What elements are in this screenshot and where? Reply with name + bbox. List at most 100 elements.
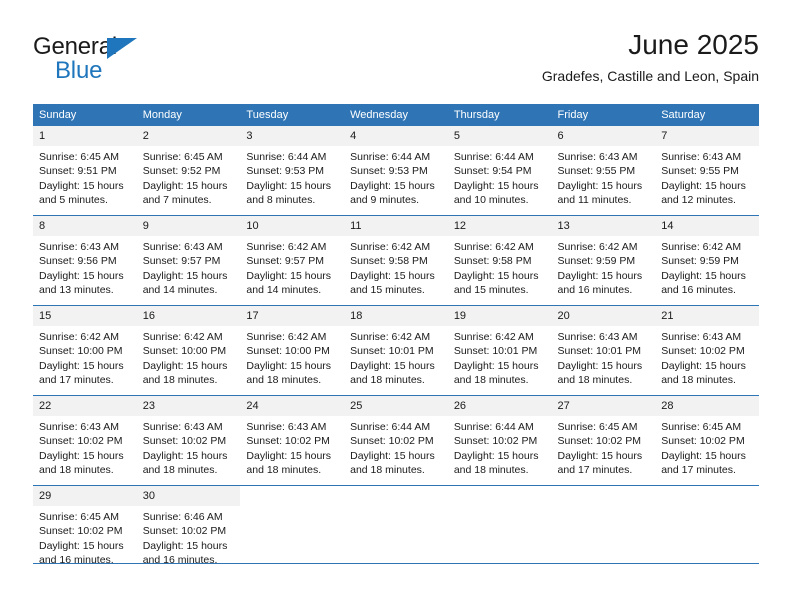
sunrise-text: Sunrise: 6:43 AM <box>39 241 119 253</box>
sunrise-text: Sunrise: 6:45 AM <box>39 151 119 163</box>
sunrise-text: Sunrise: 6:42 AM <box>142 331 223 343</box>
day-cell[interactable]: 1 Sunrise: 6:45 AM Sunset: 9:51 PM Dayli… <box>33 126 137 216</box>
day-number: 15 <box>33 306 137 326</box>
day-cell[interactable]: 29 Sunrise: 6:45 AM Sunset: 10:02 PM Day… <box>33 485 137 575</box>
day-number: 6 <box>551 126 656 146</box>
daylight-text: Daylight: 15 hours and 12 minutes. <box>661 179 746 207</box>
sunrise-text: Sunrise: 6:43 AM <box>557 151 638 163</box>
day-info: Sunrise: 6:43 AM Sunset: 10:02 PM Daylig… <box>137 416 241 478</box>
day-cell[interactable]: 6 Sunrise: 6:43 AM Sunset: 9:55 PM Dayli… <box>551 126 656 216</box>
daylight-text: Daylight: 15 hours and 14 minutes. <box>142 269 228 297</box>
day-info: Sunrise: 6:43 AM Sunset: 9:55 PM Dayligh… <box>552 146 656 208</box>
day-cell[interactable]: 16 Sunrise: 6:42 AM Sunset: 10:00 PM Day… <box>136 305 241 396</box>
day-cell[interactable]: 17 Sunrise: 6:42 AM Sunset: 10:00 PM Day… <box>240 305 345 396</box>
day-cell[interactable]: 5 Sunrise: 6:44 AM Sunset: 9:54 PM Dayli… <box>447 126 552 216</box>
sunset-text: Sunset: 9:56 PM <box>39 255 117 268</box>
day-number: 9 <box>136 216 241 236</box>
sunset-text: Sunset: 10:02 PM <box>246 435 330 448</box>
daylight-text: Daylight: 15 hours and 18 minutes. <box>661 359 746 387</box>
day-cell[interactable]: 3 Sunrise: 6:44 AM Sunset: 9:53 PM Dayli… <box>240 126 345 216</box>
day-number: 25 <box>344 396 448 416</box>
daylight-text: Daylight: 15 hours and 18 minutes. <box>39 449 124 477</box>
sunset-text: Sunset: 9:53 PM <box>350 165 428 178</box>
generalblue-logo: General Blue <box>33 34 253 90</box>
day-cell[interactable]: 8 Sunrise: 6:43 AM Sunset: 9:56 PM Dayli… <box>33 215 137 306</box>
day-cell[interactable]: 27 Sunrise: 6:45 AM Sunset: 10:02 PM Day… <box>551 395 656 486</box>
day-info: Sunrise: 6:45 AM Sunset: 9:52 PM Dayligh… <box>137 146 241 208</box>
day-info: Sunrise: 6:45 AM Sunset: 10:02 PM Daylig… <box>552 416 656 478</box>
weekday-header-row: Sunday Monday Tuesday Wednesday Thursday… <box>33 104 759 126</box>
sunset-text: Sunset: 10:02 PM <box>39 435 123 448</box>
sunrise-text: Sunrise: 6:44 AM <box>350 151 431 163</box>
sunrise-text: Sunrise: 6:45 AM <box>39 511 119 523</box>
sunrise-text: Sunrise: 6:42 AM <box>661 241 742 253</box>
day-cell[interactable]: 22 Sunrise: 6:43 AM Sunset: 10:02 PM Day… <box>33 395 137 486</box>
day-cell[interactable]: 28 Sunrise: 6:45 AM Sunset: 10:02 PM Day… <box>655 395 759 486</box>
day-cell[interactable]: 12 Sunrise: 6:42 AM Sunset: 9:58 PM Dayl… <box>447 215 552 306</box>
weekday-header-wednesday: Wednesday <box>344 104 448 126</box>
day-cell[interactable]: 4 Sunrise: 6:44 AM Sunset: 9:53 PM Dayli… <box>344 126 448 216</box>
day-cell[interactable]: 24 Sunrise: 6:43 AM Sunset: 10:02 PM Day… <box>240 395 345 486</box>
sunrise-text: Sunrise: 6:43 AM <box>142 241 223 253</box>
page-title: June 2025 <box>628 29 759 60</box>
day-info: Sunrise: 6:42 AM Sunset: 10:01 PM Daylig… <box>344 326 448 388</box>
day-cell[interactable]: 18 Sunrise: 6:42 AM Sunset: 10:01 PM Day… <box>344 305 448 396</box>
daylight-text: Daylight: 15 hours and 18 minutes. <box>557 359 643 387</box>
sunset-text: Sunset: 10:00 PM <box>246 345 330 358</box>
day-number: 17 <box>240 306 345 326</box>
sunrise-text: Sunrise: 6:44 AM <box>350 421 431 433</box>
sunset-text: Sunset: 10:00 PM <box>39 345 123 358</box>
day-info: Sunrise: 6:42 AM Sunset: 10:00 PM Daylig… <box>33 326 137 388</box>
day-number <box>551 486 656 506</box>
day-info: Sunrise: 6:42 AM Sunset: 9:58 PM Dayligh… <box>448 236 552 298</box>
day-cell[interactable]: 10 Sunrise: 6:42 AM Sunset: 9:57 PM Dayl… <box>240 215 345 306</box>
sunset-text: Sunset: 10:01 PM <box>350 345 434 358</box>
day-cell[interactable]: 14 Sunrise: 6:42 AM Sunset: 9:59 PM Dayl… <box>655 215 759 306</box>
location-subtitle: Gradefes, Castille and Leon, Spain <box>541 68 759 84</box>
day-number: 5 <box>447 126 552 146</box>
day-number: 4 <box>344 126 448 146</box>
day-cell[interactable]: 15 Sunrise: 6:42 AM Sunset: 10:00 PM Day… <box>33 305 137 396</box>
day-cell[interactable]: 20 Sunrise: 6:43 AM Sunset: 10:01 PM Day… <box>551 305 656 396</box>
logo-text-blue: Blue <box>55 57 103 84</box>
day-number: 22 <box>33 396 137 416</box>
day-info: Sunrise: 6:44 AM Sunset: 9:53 PM Dayligh… <box>344 146 448 208</box>
day-cell[interactable]: 26 Sunrise: 6:44 AM Sunset: 10:02 PM Day… <box>447 395 552 486</box>
day-info: Sunrise: 6:42 AM Sunset: 9:57 PM Dayligh… <box>240 236 344 298</box>
sunset-text: Sunset: 9:58 PM <box>350 255 428 268</box>
day-cell-empty <box>240 485 345 575</box>
day-cell[interactable]: 19 Sunrise: 6:42 AM Sunset: 10:01 PM Day… <box>447 305 552 396</box>
day-cell[interactable]: 13 Sunrise: 6:42 AM Sunset: 9:59 PM Dayl… <box>551 215 656 306</box>
day-number: 27 <box>551 396 656 416</box>
day-cell[interactable]: 11 Sunrise: 6:42 AM Sunset: 9:58 PM Dayl… <box>344 215 448 306</box>
day-cell[interactable]: 2 Sunrise: 6:45 AM Sunset: 9:52 PM Dayli… <box>136 126 241 216</box>
daylight-text: Daylight: 15 hours and 18 minutes. <box>350 359 435 387</box>
title-block: June 2025 Gradefes, Castille and Leon, S… <box>542 28 759 85</box>
calendar-page: General Blue June 2025 Gradefes, Castill… <box>0 0 792 612</box>
day-info: Sunrise: 6:46 AM Sunset: 10:02 PM Daylig… <box>137 506 241 568</box>
calendar-header-row-group: Sunday Monday Tuesday Wednesday Thursday… <box>33 104 759 126</box>
day-info: Sunrise: 6:43 AM Sunset: 10:01 PM Daylig… <box>552 326 656 388</box>
day-cell[interactable]: 7 Sunrise: 6:43 AM Sunset: 9:55 PM Dayli… <box>655 126 759 216</box>
day-info: Sunrise: 6:44 AM Sunset: 9:53 PM Dayligh… <box>240 146 344 208</box>
sunset-text: Sunset: 10:02 PM <box>142 435 227 448</box>
day-cell[interactable]: 25 Sunrise: 6:44 AM Sunset: 10:02 PM Day… <box>344 395 448 486</box>
sunrise-text: Sunrise: 6:43 AM <box>142 421 223 433</box>
weekday-header-sunday: Sunday <box>33 104 137 126</box>
day-info: Sunrise: 6:42 AM Sunset: 10:00 PM Daylig… <box>137 326 241 388</box>
sunset-text: Sunset: 10:02 PM <box>39 525 123 538</box>
sunrise-text: Sunrise: 6:45 AM <box>557 421 638 433</box>
calendar-week-row: 1 Sunrise: 6:45 AM Sunset: 9:51 PM Dayli… <box>33 126 759 216</box>
day-cell[interactable]: 30 Sunrise: 6:46 AM Sunset: 10:02 PM Day… <box>136 485 241 575</box>
daylight-text: Daylight: 15 hours and 18 minutes. <box>453 359 539 387</box>
day-number <box>447 486 552 506</box>
day-info: Sunrise: 6:45 AM Sunset: 9:51 PM Dayligh… <box>33 146 137 208</box>
day-cell[interactable]: 23 Sunrise: 6:43 AM Sunset: 10:02 PM Day… <box>136 395 241 486</box>
sunrise-text: Sunrise: 6:45 AM <box>661 421 742 433</box>
day-cell[interactable]: 21 Sunrise: 6:43 AM Sunset: 10:02 PM Day… <box>655 305 759 396</box>
daylight-text: Daylight: 15 hours and 9 minutes. <box>350 179 435 207</box>
day-cell-empty <box>551 485 656 575</box>
calendar-week-row: 29 Sunrise: 6:45 AM Sunset: 10:02 PM Day… <box>33 485 759 575</box>
daylight-text: Daylight: 15 hours and 15 minutes. <box>453 269 539 297</box>
day-cell[interactable]: 9 Sunrise: 6:43 AM Sunset: 9:57 PM Dayli… <box>136 215 241 306</box>
